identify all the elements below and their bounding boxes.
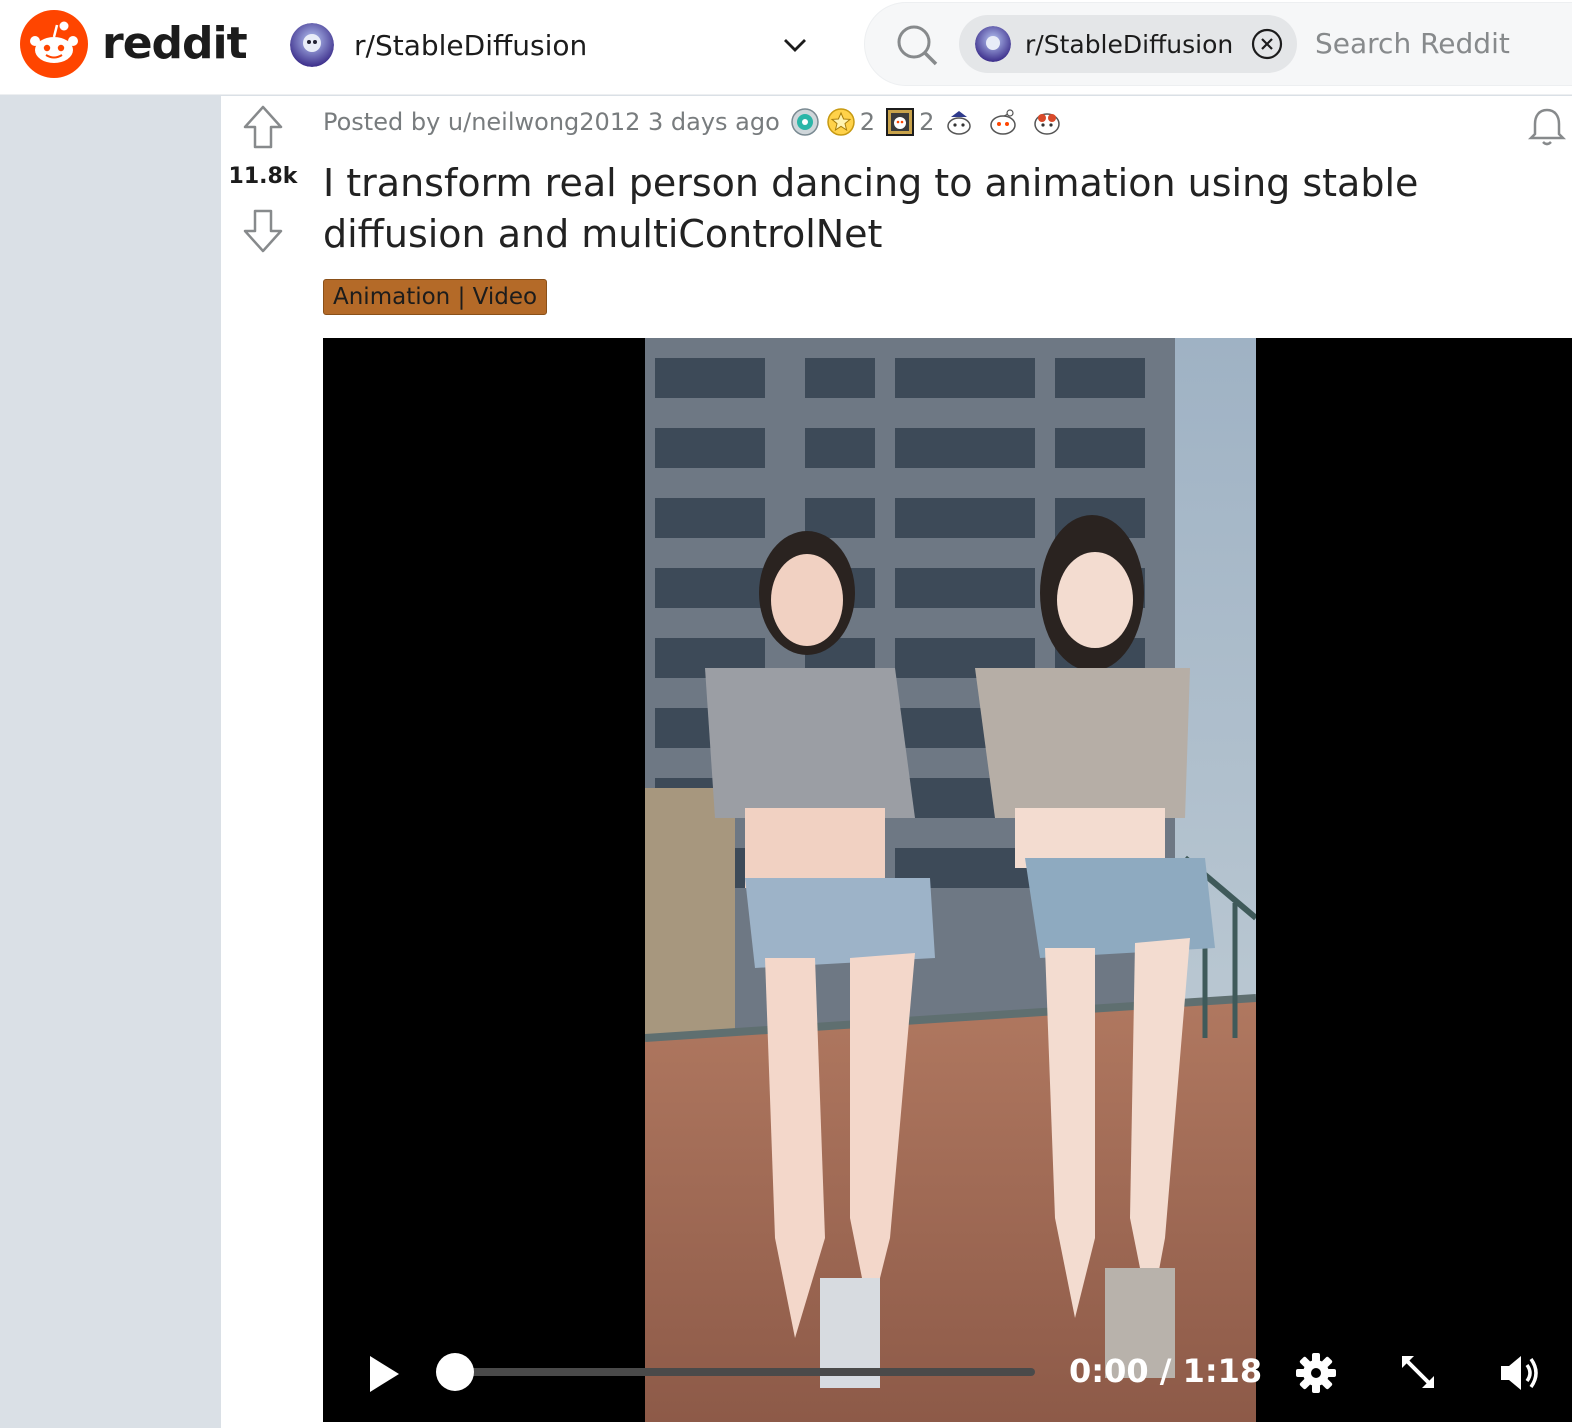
post-card: 11.8k Posted by u/neilwong2012 3 days ag…	[221, 96, 1572, 1428]
downvote-arrow-icon[interactable]	[241, 208, 285, 254]
video-time: 0:00 / 1:18	[1069, 1352, 1263, 1390]
bell-icon[interactable]	[1525, 104, 1569, 148]
helpful-award-icon[interactable]	[790, 107, 820, 137]
star-award-icon[interactable]	[826, 107, 856, 137]
play-icon[interactable]	[367, 1354, 401, 1394]
search-community-chip[interactable]: r/StableDiffusion	[959, 15, 1297, 73]
search-input[interactable]: Search Reddit	[1315, 27, 1510, 60]
star-award-count: 2	[859, 108, 876, 136]
community-dropdown[interactable]: r/StableDiffusion	[290, 20, 810, 70]
post-meta: Posted by u/neilwong2012 3 days ago 2 2	[323, 104, 1062, 140]
reddit-snoo-logo-icon	[20, 10, 88, 78]
video-frame	[645, 338, 1256, 1422]
framed-award-icon[interactable]	[885, 107, 915, 137]
video-player[interactable]: 0:00 / 1:18	[323, 338, 1572, 1422]
chevron-down-icon	[784, 39, 806, 52]
settings-gear-icon[interactable]	[1295, 1352, 1337, 1394]
video-controls: 0:00 / 1:18	[323, 1322, 1572, 1422]
search-icon	[897, 25, 938, 66]
snoo-award-icon-1[interactable]	[944, 107, 974, 137]
upvote-arrow-icon[interactable]	[241, 104, 285, 150]
community-name: r/StableDiffusion	[354, 28, 588, 62]
framed-award-count: 2	[919, 108, 935, 136]
chip-label: r/StableDiffusion	[1025, 29, 1234, 59]
logo-text: reddit	[102, 18, 248, 69]
vote-count: 11.8k	[228, 164, 298, 189]
clear-chip-icon[interactable]	[1251, 28, 1283, 60]
fullscreen-expand-icon[interactable]	[1398, 1352, 1438, 1392]
posted-by-text[interactable]: Posted by u/neilwong2012 3 days ago	[323, 108, 780, 136]
top-bar: reddit r/StableDiffusion r/StableDiffusi…	[0, 0, 1572, 95]
seek-bar[interactable]	[436, 1353, 1035, 1391]
chip-community-avatar-icon	[975, 26, 1011, 62]
seek-bar-handle[interactable]	[436, 1353, 474, 1391]
community-avatar-icon	[290, 23, 334, 67]
search-bar[interactable]: r/StableDiffusion Search Reddit	[864, 2, 1572, 86]
snoo-award-icon-3[interactable]	[1032, 107, 1062, 137]
snoo-award-icon-2[interactable]	[988, 107, 1018, 137]
reddit-logo[interactable]: reddit	[20, 10, 248, 78]
post-flair[interactable]: Animation | Video	[323, 279, 548, 315]
volume-icon[interactable]	[1499, 1352, 1543, 1394]
post-title[interactable]: I transform real person dancing to anima…	[323, 158, 1523, 260]
